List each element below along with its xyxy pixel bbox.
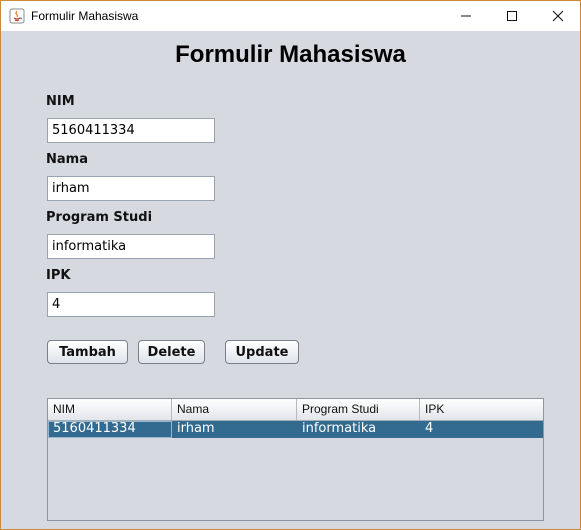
close-button[interactable] [535, 1, 581, 31]
close-icon [552, 10, 564, 22]
ipk-label: IPK [46, 268, 71, 283]
ipk-input[interactable]: 4 [47, 292, 215, 317]
nama-label: Nama [46, 152, 88, 167]
java-icon [9, 8, 25, 24]
table-header: NIM Nama Program Studi IPK [48, 399, 543, 421]
program-studi-input[interactable]: informatika [47, 234, 215, 259]
column-header-nim[interactable]: NIM [48, 399, 172, 420]
column-header-program-studi[interactable]: Program Studi [297, 399, 420, 420]
table-row[interactable]: 5160411334 irham informatika 4 [48, 421, 543, 438]
column-header-ipk[interactable]: IPK [420, 399, 543, 420]
app-window: Formulir Mahasiswa Formulir Mahasiswa NI… [0, 0, 581, 530]
maximize-button[interactable] [489, 1, 535, 31]
tambah-button[interactable]: Tambah [47, 340, 128, 364]
update-button[interactable]: Update [225, 340, 299, 364]
cell-nim[interactable]: 5160411334 [48, 421, 172, 438]
form-panel: Formulir Mahasiswa NIM 5160411334 Nama i… [1, 31, 580, 529]
program-studi-label: Program Studi [46, 210, 153, 225]
nim-input[interactable]: 5160411334 [47, 118, 215, 143]
page-title: Formulir Mahasiswa [175, 41, 406, 68]
minimize-icon [461, 15, 471, 17]
column-header-nama[interactable]: Nama [172, 399, 297, 420]
nama-input[interactable]: irham [47, 176, 215, 201]
student-table[interactable]: NIM Nama Program Studi IPK 5160411334 ir… [47, 398, 544, 521]
cell-program-studi[interactable]: informatika [297, 421, 420, 438]
minimize-button[interactable] [443, 1, 489, 31]
cell-nama[interactable]: irham [172, 421, 297, 438]
window-title: Formulir Mahasiswa [31, 9, 139, 23]
maximize-icon [507, 11, 517, 21]
title-bar[interactable]: Formulir Mahasiswa [1, 1, 580, 31]
cell-ipk[interactable]: 4 [420, 421, 543, 438]
delete-button[interactable]: Delete [138, 340, 205, 364]
nim-label: NIM [46, 94, 75, 109]
